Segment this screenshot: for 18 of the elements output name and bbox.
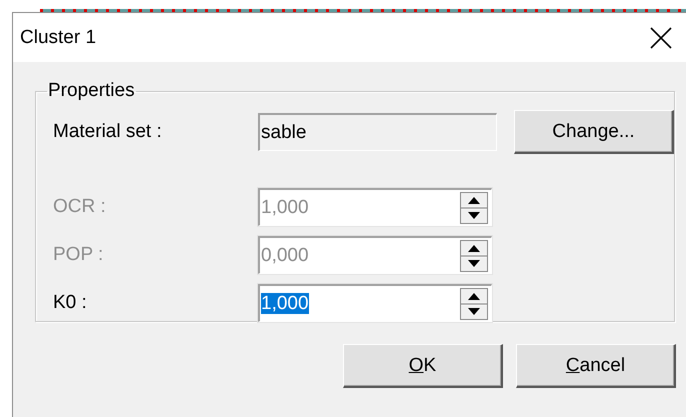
field-label: Material set :	[53, 121, 163, 143]
cancel-button[interactable]: Cancel	[516, 344, 676, 388]
window-title: Cluster 1	[20, 26, 98, 48]
spin-box[interactable]: 1,000	[258, 284, 492, 322]
ok-button[interactable]: OK	[343, 344, 503, 388]
spin-arrows-icon[interactable]	[460, 288, 488, 320]
material-field: sable	[258, 113, 497, 151]
close-icon[interactable]	[650, 26, 672, 48]
field-value: 1,000	[261, 196, 309, 218]
spin-arrows-icon[interactable]	[460, 192, 488, 224]
group-title: Properties	[47, 80, 136, 102]
change-button[interactable]: Change...	[514, 110, 674, 154]
field-label: K0 :	[53, 292, 88, 314]
field-value: 1,000	[261, 292, 309, 314]
field-label: OCR :	[53, 196, 107, 218]
field-label: POP :	[53, 244, 104, 266]
spin-arrows-icon[interactable]	[460, 240, 488, 272]
field-value: 0,000	[261, 244, 309, 266]
